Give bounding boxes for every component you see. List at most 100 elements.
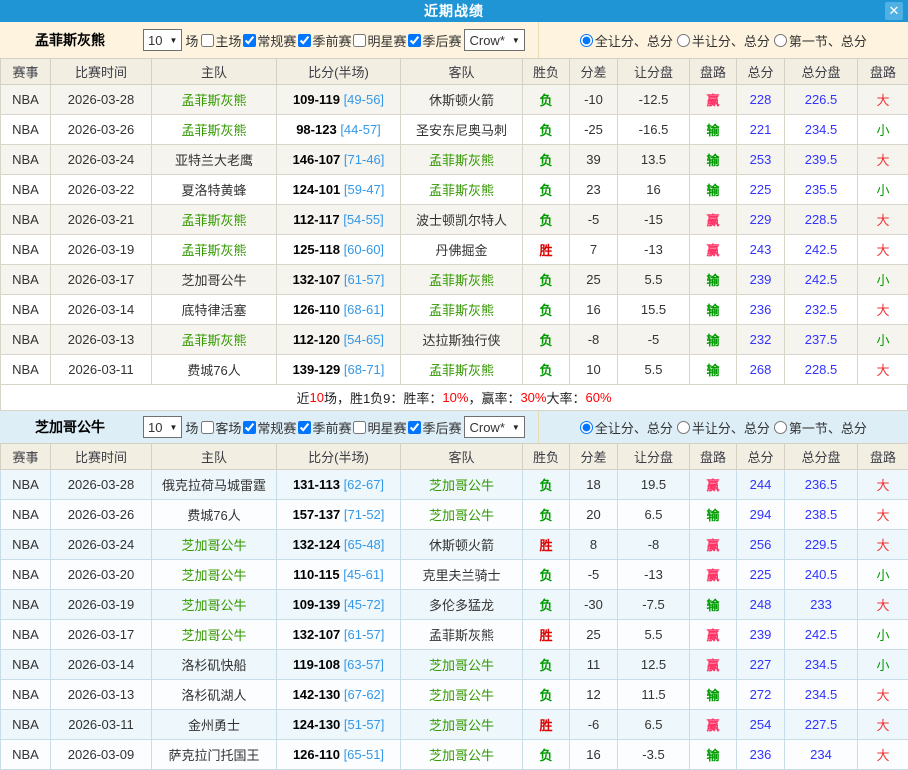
filter-label-2[interactable]: 季前赛 bbox=[296, 418, 351, 437]
full-score: 132-107 bbox=[293, 272, 341, 287]
table-row: NBA2026-03-24芝加哥公牛132-124 [65-48]休斯顿火箭胜8… bbox=[1, 530, 908, 560]
filter-text: 主场 bbox=[215, 31, 241, 50]
filter-checkbox-2[interactable] bbox=[298, 421, 311, 434]
filter-label-1[interactable]: 常规赛 bbox=[241, 31, 296, 50]
filter-checkbox-3[interactable] bbox=[353, 34, 366, 47]
cell-total-points: 239 bbox=[737, 265, 785, 295]
filter-checkbox-1[interactable] bbox=[243, 421, 256, 434]
cell-handicap-line: 5.5 bbox=[618, 355, 690, 385]
results-table: 赛事比赛时间主队比分(半场)客队胜负分差让分盘盘路总分总分盘盘路NBA2026-… bbox=[0, 443, 908, 770]
column-header: 盘路 bbox=[690, 444, 737, 470]
cell-point-diff: 25 bbox=[570, 265, 618, 295]
filter-checkbox-4[interactable] bbox=[408, 421, 421, 434]
full-score: 119-108 bbox=[293, 657, 340, 672]
cell-score: 131-113 [62-67] bbox=[277, 470, 401, 500]
summary-segment: 10% bbox=[442, 390, 468, 405]
cell-score: 126-110 [68-61] bbox=[277, 295, 401, 325]
cell-handicap-line: 16 bbox=[618, 175, 690, 205]
cell-point-diff: 8 bbox=[570, 530, 618, 560]
cell-total-result: 大 bbox=[858, 205, 908, 235]
cell-total-result: 小 bbox=[858, 115, 908, 145]
mode-radio-2[interactable] bbox=[774, 421, 787, 434]
chevron-down-icon: ▼ bbox=[169, 36, 177, 45]
cell-away-team: 芝加哥公牛 bbox=[401, 500, 523, 530]
cell-league: NBA bbox=[1, 620, 51, 650]
cell-handicap-result: 赢 bbox=[690, 560, 737, 590]
cell-handicap-line: -12.5 bbox=[618, 85, 690, 115]
mode-radio-label-1[interactable]: 半让分、总分 bbox=[677, 418, 770, 437]
cell-total-points: 272 bbox=[737, 680, 785, 710]
games-count-select[interactable]: 10▼ bbox=[143, 416, 182, 438]
cell-home-team: 俄克拉荷马城雷霆 bbox=[152, 470, 277, 500]
company-select[interactable]: Crow*▼ bbox=[464, 29, 524, 51]
filter-label-4[interactable]: 季后赛 bbox=[406, 418, 461, 437]
filter-label-3[interactable]: 明星赛 bbox=[351, 31, 406, 50]
filter-label-0[interactable]: 客场 bbox=[199, 418, 241, 437]
cell-away-team: 孟菲斯灰熊 bbox=[401, 265, 523, 295]
cell-league: NBA bbox=[1, 740, 51, 770]
section-control-bar: 孟菲斯灰熊10▼场主场常规赛季前赛明星赛季后赛Crow*▼全让分、总分半让分、总… bbox=[0, 22, 908, 58]
cell-home-team: 费城76人 bbox=[152, 500, 277, 530]
section-team-name: 孟菲斯灰熊 bbox=[0, 30, 140, 50]
cell-total-result: 大 bbox=[858, 590, 908, 620]
filter-label-2[interactable]: 季前赛 bbox=[296, 31, 351, 50]
filter-checkbox-1[interactable] bbox=[243, 34, 256, 47]
mode-radio-1[interactable] bbox=[677, 34, 690, 47]
mode-radio-label-0[interactable]: 全让分、总分 bbox=[580, 31, 673, 50]
cell-league: NBA bbox=[1, 500, 51, 530]
cell-handicap-line: 6.5 bbox=[618, 500, 690, 530]
cell-total-points: 243 bbox=[737, 235, 785, 265]
summary-segment: 30% bbox=[520, 390, 546, 405]
filter-label-3[interactable]: 明星赛 bbox=[351, 418, 406, 437]
mode-text: 第一节、总分 bbox=[789, 31, 867, 50]
cell-date: 2026-03-24 bbox=[51, 530, 152, 560]
filter-label-0[interactable]: 主场 bbox=[199, 31, 241, 50]
cell-point-diff: -5 bbox=[570, 205, 618, 235]
mode-radio-label-1[interactable]: 半让分、总分 bbox=[677, 31, 770, 50]
company-select[interactable]: Crow*▼ bbox=[464, 416, 524, 438]
filter-checkbox-0[interactable] bbox=[201, 34, 214, 47]
cell-total-result: 大 bbox=[858, 530, 908, 560]
filter-checkbox-2[interactable] bbox=[298, 34, 311, 47]
cell-away-team: 休斯顿火箭 bbox=[401, 530, 523, 560]
cell-score: 124-101 [59-47] bbox=[277, 175, 401, 205]
cell-home-team: 亚特兰大老鹰 bbox=[152, 145, 277, 175]
filter-label-4[interactable]: 季后赛 bbox=[406, 31, 461, 50]
column-header: 比赛时间 bbox=[51, 59, 152, 85]
cell-handicap-result: 赢 bbox=[690, 530, 737, 560]
half-score: [71-46] bbox=[344, 152, 384, 167]
cell-date: 2026-03-20 bbox=[51, 560, 152, 590]
cell-handicap-line: 19.5 bbox=[618, 470, 690, 500]
mode-radio-0[interactable] bbox=[580, 34, 593, 47]
mode-radio-label-0[interactable]: 全让分、总分 bbox=[580, 418, 673, 437]
filter-label-1[interactable]: 常规赛 bbox=[241, 418, 296, 437]
cell-handicap-line: 12.5 bbox=[618, 650, 690, 680]
cell-total-points: 239 bbox=[737, 620, 785, 650]
mode-radio-group: 全让分、总分半让分、总分第一节、总分 bbox=[538, 411, 908, 443]
results-table: 赛事比赛时间主队比分(半场)客队胜负分差让分盘盘路总分总分盘盘路NBA2026-… bbox=[0, 58, 908, 385]
cell-total-result: 大 bbox=[858, 740, 908, 770]
filter-checkbox-3[interactable] bbox=[353, 421, 366, 434]
cell-away-team: 圣安东尼奥马刺 bbox=[401, 115, 523, 145]
full-score: 126-110 bbox=[293, 747, 340, 762]
mode-radio-1[interactable] bbox=[677, 421, 690, 434]
column-header: 比分(半场) bbox=[277, 444, 401, 470]
cell-date: 2026-03-17 bbox=[51, 265, 152, 295]
cell-handicap-result: 赢 bbox=[690, 205, 737, 235]
cell-league: NBA bbox=[1, 590, 51, 620]
mode-radio-2[interactable] bbox=[774, 34, 787, 47]
cell-total-result: 大 bbox=[858, 680, 908, 710]
filter-checkbox-4[interactable] bbox=[408, 34, 421, 47]
cell-league: NBA bbox=[1, 560, 51, 590]
mode-radio-label-2[interactable]: 第一节、总分 bbox=[774, 31, 867, 50]
mode-radio-label-2[interactable]: 第一节、总分 bbox=[774, 418, 867, 437]
cell-handicap-result: 输 bbox=[690, 500, 737, 530]
mode-radio-0[interactable] bbox=[580, 421, 593, 434]
cell-handicap-result: 输 bbox=[690, 115, 737, 145]
cell-score: 139-129 [68-71] bbox=[277, 355, 401, 385]
cell-handicap-line: -8 bbox=[618, 530, 690, 560]
close-icon[interactable]: ✕ bbox=[885, 2, 903, 20]
games-count-select[interactable]: 10▼ bbox=[143, 29, 182, 51]
filter-checkbox-0[interactable] bbox=[201, 421, 214, 434]
cell-win-lose: 负 bbox=[523, 355, 570, 385]
